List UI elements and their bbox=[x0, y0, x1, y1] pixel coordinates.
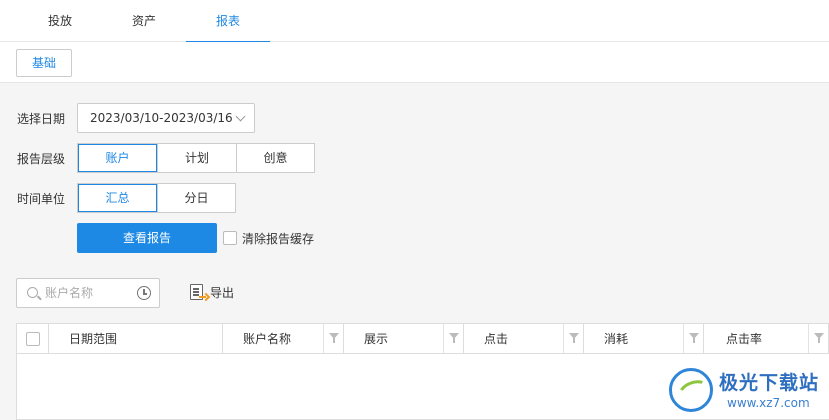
watermark-title: 极光下载站 bbox=[719, 372, 820, 394]
date-range-value: 2023/03/10-2023/03/16 bbox=[90, 111, 233, 125]
column-header-label: 账户名称 bbox=[243, 332, 292, 346]
search-icon bbox=[27, 287, 38, 298]
header-select-cell bbox=[17, 324, 49, 354]
report-level-account[interactable]: 账户 bbox=[78, 144, 157, 172]
report-level-creative[interactable]: 创意 bbox=[236, 144, 314, 172]
filter-icon[interactable] bbox=[683, 324, 703, 353]
watermark-logo-icon bbox=[669, 368, 713, 412]
date-label: 选择日期 bbox=[17, 112, 66, 126]
column-header-label: 消耗 bbox=[604, 332, 629, 346]
view-report-button[interactable]: 查看报告 bbox=[77, 223, 217, 253]
basic-button[interactable]: 基础 bbox=[16, 49, 72, 77]
column-impressions: 展示 bbox=[344, 324, 464, 354]
report-level-selector: 账户 计划 创意 bbox=[77, 143, 315, 173]
column-header-label: 日期范围 bbox=[69, 332, 118, 346]
watermark-url: www.xz7.com bbox=[727, 396, 810, 410]
select-all-checkbox[interactable] bbox=[26, 332, 40, 346]
account-search-input[interactable] bbox=[45, 284, 135, 302]
table-header: 日期范围 账户名称 展示 点击 消耗 点击率 bbox=[17, 324, 829, 354]
export-button[interactable]: 导出 bbox=[188, 282, 234, 304]
tab-delivery[interactable]: 投放 bbox=[18, 0, 102, 42]
filter-icon[interactable] bbox=[563, 324, 583, 353]
filter-icon[interactable] bbox=[443, 324, 463, 353]
account-search bbox=[16, 278, 160, 308]
export-label: 导出 bbox=[210, 286, 235, 300]
column-clicks: 点击 bbox=[464, 324, 584, 354]
filter-icon[interactable] bbox=[808, 324, 828, 353]
clear-cache-label: 清除报告缓存 bbox=[242, 232, 315, 246]
clear-cache-checkbox[interactable] bbox=[223, 231, 237, 245]
column-ctr: 点击率 bbox=[704, 324, 829, 354]
time-unit-label: 时间单位 bbox=[17, 192, 66, 206]
time-unit-daily[interactable]: 分日 bbox=[157, 184, 235, 212]
column-header-label: 展示 bbox=[364, 332, 389, 346]
column-account-name: 账户名称 bbox=[223, 324, 344, 354]
time-unit-selector: 汇总 分日 bbox=[77, 183, 236, 213]
report-level-plan[interactable]: 计划 bbox=[157, 144, 236, 172]
time-unit-summary[interactable]: 汇总 bbox=[78, 184, 157, 212]
top-nav: 投放 资产 报表 bbox=[0, 0, 829, 43]
column-cost: 消耗 bbox=[584, 324, 704, 354]
column-date-range: 日期范围 bbox=[49, 324, 223, 354]
column-header-label: 点击率 bbox=[726, 332, 763, 346]
tab-reports[interactable]: 报表 bbox=[186, 0, 270, 43]
watermark: 极光下载站 www.xz7.com bbox=[665, 364, 829, 420]
sub-nav: 基础 bbox=[0, 42, 829, 83]
filter-icon[interactable] bbox=[323, 324, 343, 353]
report-level-label: 报告层级 bbox=[17, 152, 66, 166]
chevron-down-icon bbox=[235, 111, 246, 122]
clock-icon[interactable] bbox=[137, 286, 151, 300]
date-range-picker[interactable]: 2023/03/10-2023/03/16 bbox=[77, 103, 255, 133]
export-arrow-icon bbox=[199, 293, 207, 301]
tab-assets[interactable]: 资产 bbox=[102, 0, 186, 42]
column-header-label: 点击 bbox=[484, 332, 509, 346]
